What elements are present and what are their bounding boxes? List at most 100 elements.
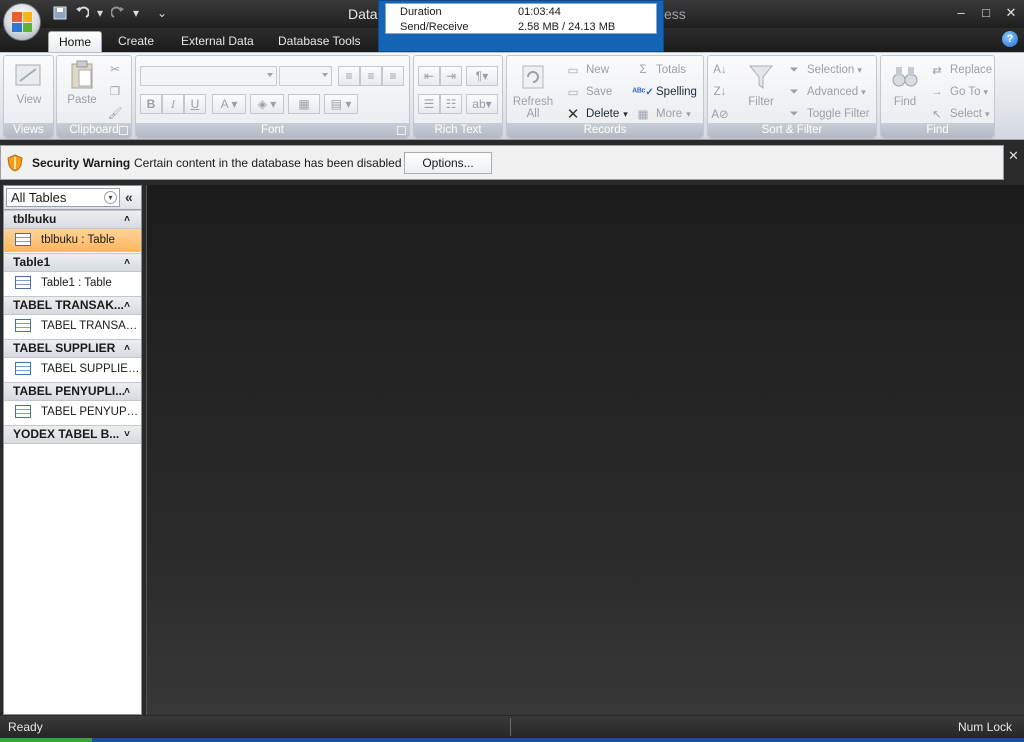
- security-warning-bar: Security Warning Certain content in the …: [0, 145, 1004, 180]
- cursor-icon: ↖: [932, 109, 942, 121]
- undo-icon[interactable]: [74, 5, 90, 21]
- minimize-button[interactable]: –: [950, 4, 972, 22]
- sort-ascending-button[interactable]: A↓: [712, 61, 733, 79]
- navigation-pane: All Tables ▾ « tblbuku ˄ tblbuku : Table …: [3, 185, 142, 715]
- nav-item-tblbuku[interactable]: tblbuku : Table: [4, 229, 141, 252]
- find-button[interactable]: Find: [883, 62, 927, 108]
- go-to-button[interactable]: → Go To ▾: [929, 83, 988, 101]
- records-group-label: Records: [507, 123, 703, 138]
- replace-icon: ⇄: [932, 65, 942, 77]
- alternate-fill-button[interactable]: ▤ ▾: [324, 94, 358, 114]
- nav-group-label: TABEL TRANSAK...: [13, 298, 124, 312]
- new-record-button[interactable]: ▭ New: [565, 61, 609, 79]
- paste-icon: [66, 60, 98, 90]
- italic-button[interactable]: I: [162, 94, 184, 114]
- spelling-button[interactable]: ᴬᴮᶜ✓ Spelling: [632, 83, 697, 101]
- close-button[interactable]: ✕: [1000, 4, 1022, 22]
- nav-group-tabel-transaksi[interactable]: TABEL TRANSAK... ˄: [4, 296, 141, 315]
- duration-value: 01:03:44: [518, 6, 561, 18]
- paragraph-direction-button[interactable]: ¶▾: [466, 66, 498, 86]
- nav-category-dropdown[interactable]: All Tables ▾: [6, 188, 120, 207]
- group-sort-filter: A↓ Z↓ A⊘ Filter ⏷ Selection ▾ ⏷ Advanced ▾ ⏷…: [707, 55, 877, 139]
- increase-indent-button[interactable]: ⇥: [440, 66, 462, 86]
- filter-label: Filter: [748, 96, 774, 108]
- nav-item-tabel-penyuplian[interactable]: TABEL PENYUPLI...: [4, 401, 141, 424]
- font-name-combo[interactable]: [140, 66, 277, 86]
- nav-group-tabel-penyuplian[interactable]: TABEL PENYUPLI... ˄: [4, 382, 141, 401]
- highlight-button[interactable]: ab▾: [466, 94, 498, 114]
- collapse-icon: ˄: [124, 214, 130, 225]
- font-color-button[interactable]: A ▾: [212, 94, 246, 114]
- replace-label: Replace: [950, 64, 993, 76]
- gridlines-button[interactable]: ▦: [288, 94, 320, 114]
- refresh-all-button[interactable]: Refresh All: [509, 62, 557, 120]
- nav-group-tblbuku[interactable]: tblbuku ˄: [4, 210, 141, 229]
- decrease-indent-button[interactable]: ⇤: [418, 66, 440, 86]
- bullets-button[interactable]: ☷: [440, 94, 462, 114]
- toggle-filter-button[interactable]: ⏷ Toggle Filter: [786, 105, 870, 123]
- sort-filter-group-label: Sort & Filter: [708, 123, 876, 138]
- delete-button[interactable]: ✕ Delete ▾: [565, 105, 628, 123]
- format-painter-button[interactable]: 🖌: [107, 104, 128, 122]
- selection-button[interactable]: ⏷ Selection ▾: [786, 61, 861, 79]
- find-group-label: Find: [881, 123, 994, 138]
- help-icon[interactable]: ?: [1002, 31, 1018, 47]
- toggle-filter-label: Toggle Filter: [807, 108, 870, 120]
- undo-dropdown-icon[interactable]: ▾: [96, 5, 104, 21]
- view-button[interactable]: View: [6, 60, 52, 106]
- fill-color-button[interactable]: ◈ ▾: [250, 94, 284, 114]
- font-size-combo[interactable]: [279, 66, 332, 86]
- nav-group-table1[interactable]: Table1 ˄: [4, 253, 141, 272]
- nav-group-label: YODEX TABEL B...: [13, 427, 120, 441]
- nav-item-tabel-supplier[interactable]: TABEL SUPPLIER ...: [4, 358, 141, 381]
- select-label: Select: [950, 108, 982, 120]
- nav-item-table1[interactable]: Table1 : Table: [4, 272, 141, 295]
- table-icon: [15, 276, 31, 289]
- find-label: Find: [893, 96, 917, 108]
- totals-button[interactable]: Σ Totals: [635, 61, 686, 79]
- group-find: Find ⇄ Replace → Go To ▾ ↖ Select ▾ Find: [880, 55, 995, 139]
- clear-sorts-button[interactable]: A⊘: [711, 105, 733, 123]
- paste-button[interactable]: Paste: [61, 60, 103, 106]
- window-title-tail: ess: [664, 6, 686, 22]
- save-record-icon: ▭: [567, 87, 579, 99]
- nav-item-tabel-transaksi[interactable]: TABEL TRANSAK...: [4, 315, 141, 338]
- clipboard-launcher-icon[interactable]: [119, 126, 128, 135]
- cut-button[interactable]: ✂: [107, 60, 128, 78]
- select-button[interactable]: ↖ Select ▾: [929, 105, 989, 123]
- tab-create[interactable]: Create: [108, 31, 164, 52]
- tab-database-tools[interactable]: Database Tools: [268, 31, 371, 52]
- bold-button[interactable]: B: [140, 94, 162, 114]
- advanced-button[interactable]: ⏷ Advanced ▾: [786, 83, 865, 101]
- save-record-button[interactable]: ▭ Save: [565, 83, 613, 101]
- nav-group-tabel-supplier[interactable]: TABEL SUPPLIER ˄: [4, 339, 141, 358]
- maximize-button[interactable]: □: [975, 4, 997, 22]
- collapse-icon: ˄: [124, 300, 130, 311]
- totals-label: Totals: [656, 64, 687, 76]
- replace-button[interactable]: ⇄ Replace: [929, 61, 992, 79]
- close-security-bar-icon[interactable]: ✕: [1008, 148, 1020, 163]
- numbering-button[interactable]: ☰: [418, 94, 440, 114]
- office-button[interactable]: [3, 3, 41, 41]
- more-button[interactable]: ▦ More ▾: [635, 105, 691, 123]
- delete-x-icon: ✕: [566, 106, 580, 123]
- nav-group-yodex-tabel[interactable]: YODEX TABEL B... ˅: [4, 425, 141, 444]
- align-right-button[interactable]: ≡: [382, 66, 404, 86]
- save-icon[interactable]: [52, 5, 68, 21]
- redo-icon[interactable]: [110, 5, 126, 21]
- redo-dropdown-icon[interactable]: ▾: [132, 5, 140, 21]
- customize-toolbar-icon[interactable]: ⌄: [154, 5, 170, 21]
- options-button[interactable]: Options...: [404, 152, 492, 174]
- tab-external-data[interactable]: External Data: [171, 31, 264, 52]
- tab-home[interactable]: Home: [48, 31, 103, 52]
- copy-button[interactable]: ❐: [107, 82, 128, 100]
- align-left-button[interactable]: ≡: [338, 66, 360, 86]
- sort-descending-button[interactable]: Z↓: [712, 83, 733, 101]
- underline-button[interactable]: U: [184, 94, 206, 114]
- align-center-button[interactable]: ≡: [360, 66, 382, 86]
- shutter-bar-close-icon[interactable]: «: [125, 189, 133, 205]
- views-group-label: Views: [4, 123, 53, 138]
- sigma-icon: Σ: [639, 64, 647, 76]
- filter-button[interactable]: Filter: [738, 62, 784, 108]
- font-launcher-icon[interactable]: [397, 126, 406, 135]
